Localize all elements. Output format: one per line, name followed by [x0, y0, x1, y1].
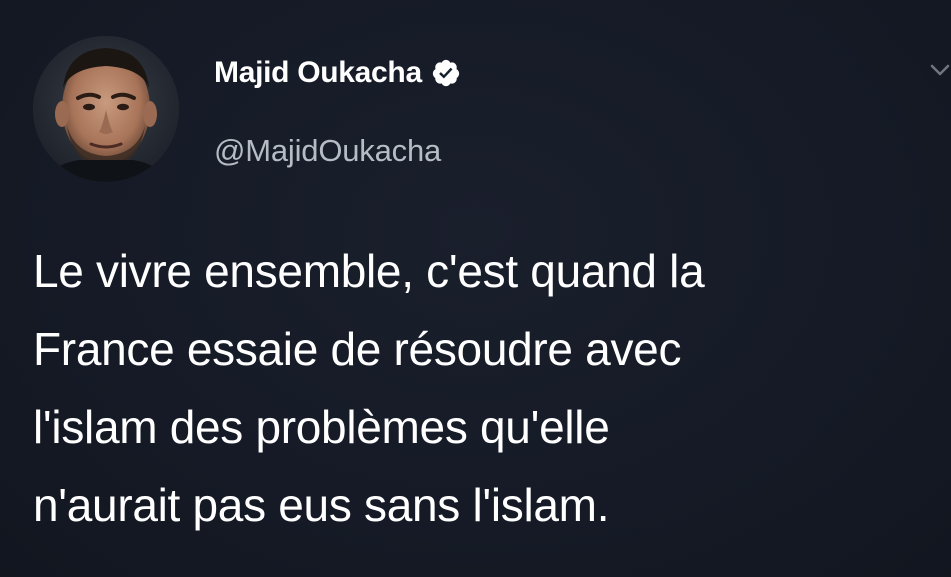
tweet-text: Le vivre ensemble, c'est quand la France…	[33, 232, 938, 544]
author-display-name[interactable]: Majid Oukacha	[214, 56, 422, 90]
tweet-text-line: l'islam des problèmes qu'elle	[33, 401, 610, 453]
author-handle[interactable]: @MajidOukacha	[214, 133, 441, 169]
author-name-row[interactable]: Majid Oukacha	[214, 56, 461, 90]
author-avatar[interactable]	[33, 36, 179, 182]
chevron-down-icon[interactable]	[928, 62, 951, 78]
avatar-image	[33, 36, 179, 182]
tweet-card: Majid Oukacha @MajidOukacha Le vivre ens…	[0, 0, 951, 577]
verified-badge-icon	[431, 58, 461, 88]
tweet-text-line: France essaie de résoudre avec	[33, 323, 682, 375]
tweet-text-line: n'aurait pas eus sans l'islam.	[33, 479, 610, 531]
tweet-text-line: Le vivre ensemble, c'est quand la	[33, 245, 705, 297]
